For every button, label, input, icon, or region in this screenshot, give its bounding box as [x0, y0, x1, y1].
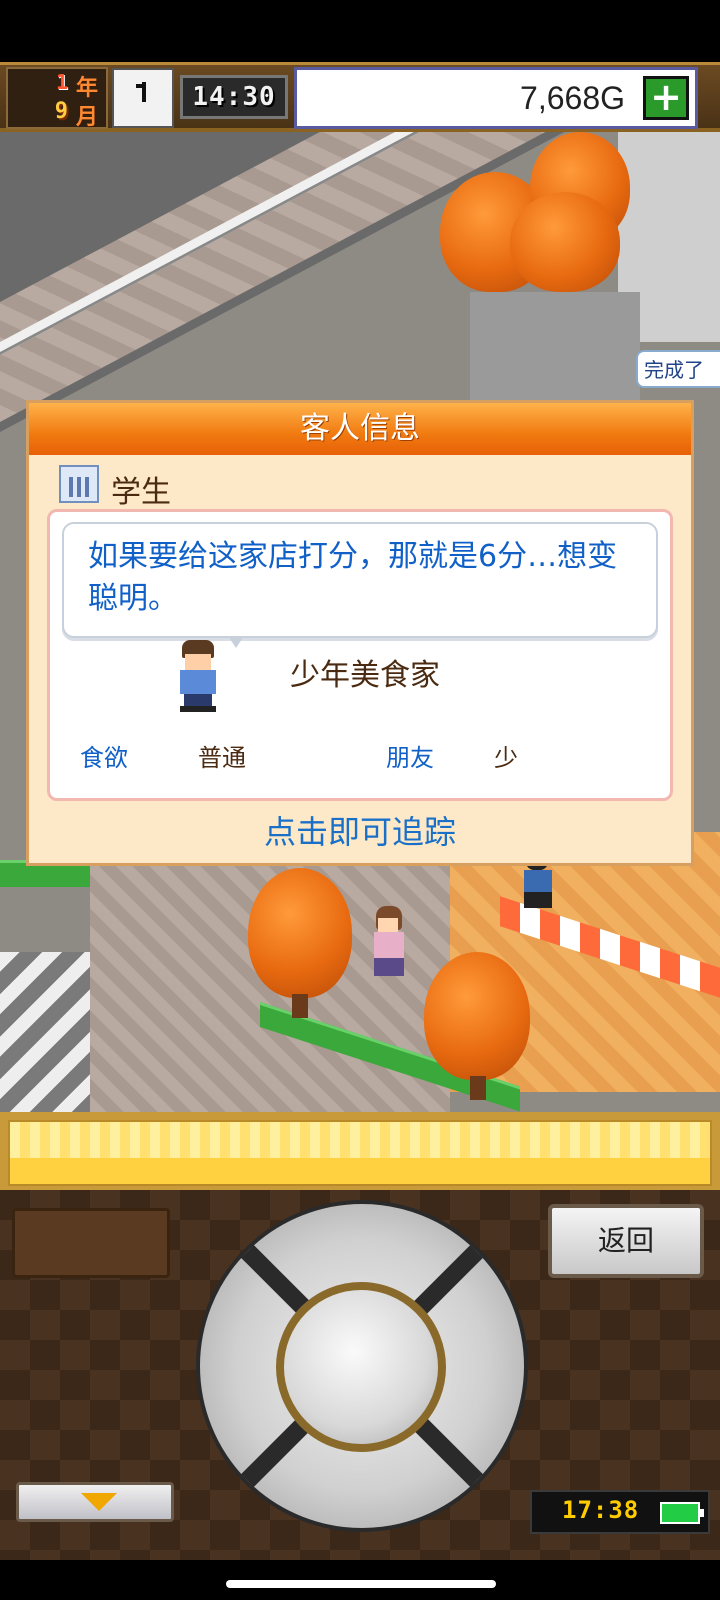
add-money-button[interactable]: +	[643, 76, 689, 120]
customer-detail-card: 如果要给这家店打分，那就是6分…想变聪明。 少年美食家 食欲 普通 朋友 少	[47, 509, 673, 801]
back-button[interactable]: 返回	[548, 1204, 704, 1278]
status-bar: 1 年 9 月 14:30 7,668G +	[0, 62, 720, 132]
dpad-center-button[interactable]	[276, 1282, 446, 1452]
year-number: 1	[55, 70, 68, 94]
month-unit: 月	[76, 105, 99, 130]
controller-area: 返回 17:38	[0, 1190, 720, 1560]
friends-label: 朋友	[386, 744, 434, 772]
game-time: 14:30	[180, 75, 288, 119]
system-status: 17:38	[530, 1490, 710, 1534]
customer-info-panel[interactable]: 客人信息 学生 如果要给这家店打分，那就是6分…想变聪明。 少年美食家 食欲 普…	[26, 400, 694, 866]
year-unit: 年	[76, 76, 99, 101]
autumn-tree	[510, 192, 620, 292]
speech-bubble-tail	[228, 636, 244, 648]
autumn-tree	[248, 868, 352, 998]
date-display: 1 年 9 月	[6, 67, 108, 130]
battery-icon	[660, 1502, 704, 1524]
customer-title: 少年美食家	[290, 658, 440, 693]
message-bar-inner	[8, 1120, 712, 1186]
chevron-down-icon	[81, 1493, 117, 1511]
track-customer-link[interactable]: 点击即可追踪	[29, 807, 691, 853]
completion-tooltip[interactable]: 完成了	[636, 350, 720, 388]
appetite-label: 食欲	[80, 744, 128, 772]
autumn-tree	[424, 952, 530, 1080]
money-value: 7,668G	[520, 80, 625, 116]
home-indicator[interactable]	[226, 1580, 496, 1588]
clock-icon	[112, 68, 174, 128]
appetite-value: 普通	[198, 744, 246, 772]
customer-character[interactable]	[368, 906, 408, 978]
friends-value: 少	[494, 744, 518, 772]
customer-category: 学生	[111, 475, 171, 510]
message-bar	[0, 1112, 720, 1190]
panel-title: 客人信息	[29, 403, 691, 455]
speech-bubble: 如果要给这家店打分，那就是6分…想变聪明。	[62, 522, 658, 638]
shop-kitchen	[470, 292, 640, 402]
toggle-menu-button[interactable]	[16, 1482, 174, 1522]
month-number: 9	[54, 99, 68, 124]
school-icon	[59, 465, 99, 503]
customer-avatar	[176, 640, 220, 712]
empty-slot	[12, 1208, 170, 1278]
system-time: 17:38	[562, 1496, 640, 1524]
money-display: 7,668G +	[294, 67, 698, 129]
